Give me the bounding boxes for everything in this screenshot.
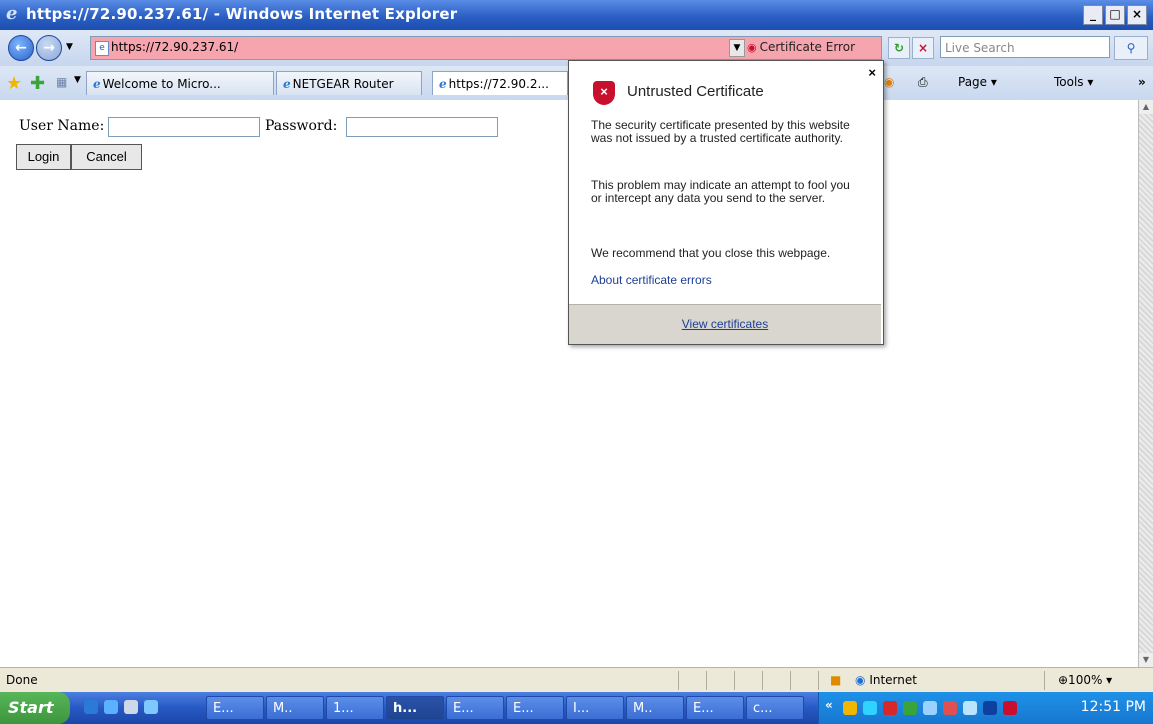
zoom-level[interactable]: ⊕100% ▾	[1058, 673, 1112, 687]
refresh-icon[interactable]: ↻	[888, 37, 910, 59]
tray-icon-6[interactable]	[943, 701, 957, 715]
popup-close-button[interactable]: ×	[868, 65, 876, 80]
security-zone[interactable]: ◉ Internet	[855, 673, 917, 687]
restore-button[interactable]: □	[1105, 5, 1125, 25]
taskbar-button-5[interactable]: E...	[446, 696, 504, 720]
login-button[interactable]: Login	[16, 144, 71, 170]
cancel-button[interactable]: Cancel	[71, 144, 142, 170]
more-commands-icon[interactable]: »	[1138, 75, 1146, 89]
scroll-down-icon[interactable]: ▼	[1139, 653, 1153, 667]
search-input[interactable]: Live Search	[940, 36, 1110, 58]
shield-x-icon: ×	[593, 81, 615, 105]
popup-paragraph-3: We recommend that you close this webpage…	[591, 246, 831, 260]
protected-mode-icon: ■	[830, 673, 842, 687]
close-window-button[interactable]: ×	[1127, 5, 1147, 25]
tray-icon-7[interactable]	[983, 701, 997, 715]
address-field[interactable]: e https://72.90.237.61/ ▼ ◉ Certificate E…	[90, 36, 882, 60]
page-menu[interactable]: Page ▾	[958, 75, 997, 89]
password-label: Password:	[265, 118, 338, 134]
stop-icon[interactable]: ×	[912, 37, 934, 59]
taskbar: Start E... M.. 1... h... E... E... I... …	[0, 692, 1153, 724]
forward-button[interactable]: →	[36, 35, 62, 61]
tray-icon-3[interactable]	[883, 701, 897, 715]
tray-icon-1[interactable]	[843, 701, 857, 715]
page-icon: e	[95, 41, 109, 56]
taskbar-button-8[interactable]: M..	[626, 696, 684, 720]
clock: 12:51 PM	[1080, 699, 1146, 715]
view-certificates-link[interactable]: View certificates	[569, 317, 881, 331]
taskbar-button-2[interactable]: M..	[266, 696, 324, 720]
back-button[interactable]: ←	[8, 35, 34, 61]
print-icon[interactable]: ⎙	[918, 75, 928, 90]
title-bar: e https://72.90.237.61/ - Windows Intern…	[0, 0, 1153, 30]
about-certificate-errors-link[interactable]: About certificate errors	[591, 273, 712, 287]
username-field[interactable]	[108, 117, 260, 137]
tab-list-dropdown-icon[interactable]: ▼	[74, 75, 81, 85]
username-label: User Name:	[19, 118, 105, 134]
address-url[interactable]: https://72.90.237.61/	[111, 40, 238, 54]
quick-tabs-icon[interactable]: ▦	[56, 75, 67, 89]
taskbar-button-10[interactable]: c...	[746, 696, 804, 720]
start-button[interactable]: Start	[0, 692, 70, 724]
untrusted-certificate-popup: × × Untrusted Certificate The security c…	[568, 60, 884, 345]
notepad-quicklaunch-icon[interactable]	[124, 700, 138, 714]
address-dropdown-icon[interactable]: ▼	[729, 39, 745, 57]
taskbar-button-7[interactable]: I...	[566, 696, 624, 720]
tab-welcome[interactable]: e Welcome to Micro...	[86, 71, 274, 95]
app-quicklaunch-icon[interactable]	[144, 700, 158, 714]
system-tray: « 12:51 PM	[818, 692, 1153, 724]
desktop-quicklaunch-icon[interactable]	[104, 700, 118, 714]
popup-paragraph-2: This problem may indicate an attempt to …	[591, 178, 850, 205]
add-favorites-icon[interactable]: ✚	[30, 73, 45, 94]
ie-logo-icon: e	[6, 3, 18, 24]
minimize-button[interactable]: _	[1083, 5, 1103, 25]
security-center-icon[interactable]	[1003, 701, 1017, 715]
scroll-up-icon[interactable]: ▲	[1139, 100, 1153, 114]
globe-icon: ◉	[855, 673, 866, 687]
wireless-icon[interactable]	[963, 701, 977, 715]
tools-menu[interactable]: Tools ▾	[1054, 75, 1093, 89]
shield-x-icon: ◉	[747, 41, 757, 54]
tray-expand-icon[interactable]: «	[825, 698, 833, 712]
tab-current[interactable]: e https://72.90.2...	[432, 71, 568, 95]
tray-icon-2[interactable]	[863, 701, 877, 715]
ie-quicklaunch-icon[interactable]	[84, 700, 98, 714]
search-icon[interactable]: ⚲	[1114, 36, 1148, 60]
taskbar-button-6[interactable]: E...	[506, 696, 564, 720]
taskbar-button-3[interactable]: 1...	[326, 696, 384, 720]
tray-icon-4[interactable]	[903, 701, 917, 715]
password-field[interactable]	[346, 117, 498, 137]
popup-title: Untrusted Certificate	[627, 83, 764, 100]
tray-icon-5[interactable]	[923, 701, 937, 715]
taskbar-button-1[interactable]: E...	[206, 696, 264, 720]
tab-netgear[interactable]: e NETGEAR Router	[276, 71, 422, 95]
status-bar: Done ■ ◉ Internet ⊕100% ▾	[0, 667, 1153, 693]
certificate-error-button[interactable]: ◉ Certificate Error	[747, 38, 877, 56]
status-text: Done	[6, 673, 38, 687]
feeds-icon[interactable]: ◉	[884, 75, 894, 89]
history-dropdown-icon[interactable]: ▼	[66, 42, 73, 52]
window-title: https://72.90.237.61/ - Windows Internet…	[26, 5, 458, 23]
vertical-scrollbar[interactable]: ▲ ▼	[1138, 100, 1153, 667]
taskbar-button-9[interactable]: E...	[686, 696, 744, 720]
popup-paragraph-1: The security certificate presented by th…	[591, 118, 850, 145]
popup-footer: View certificates	[569, 304, 881, 344]
taskbar-button-4[interactable]: h...	[386, 696, 444, 720]
favorites-star-icon[interactable]: ★	[6, 73, 22, 94]
